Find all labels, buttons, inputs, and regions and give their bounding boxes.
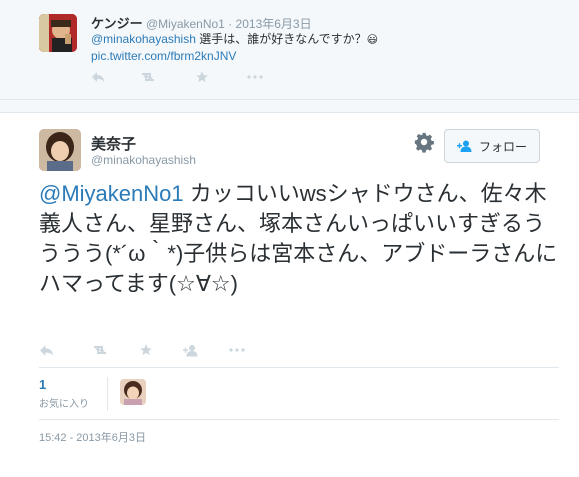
divider (39, 419, 559, 420)
reply-icon (92, 72, 104, 82)
parent-date[interactable]: 2013年6月3日 (236, 17, 312, 31)
parent-reply-button[interactable] (91, 68, 139, 86)
reply-button[interactable] (39, 341, 91, 359)
follow-button[interactable]: フォロー (444, 129, 540, 163)
follow-icon (183, 344, 198, 356)
parent-favorite-button[interactable] (195, 68, 247, 86)
main-avatar[interactable] (39, 129, 81, 171)
main-author-name[interactable]: 美奈子 (91, 133, 136, 154)
divider (39, 367, 559, 368)
tweet-timestamp[interactable]: 15:42 - 2013年6月3日 (39, 429, 146, 445)
more-icon (229, 348, 245, 352)
parent-more-button[interactable] (247, 68, 287, 86)
retweet-button[interactable] (91, 341, 139, 359)
retweet-icon (94, 346, 106, 354)
parent-author-handle[interactable]: @MiyakenNo1 (146, 17, 225, 31)
main-author-handle[interactable]: @minakohayashish (91, 153, 196, 167)
tweet-permalink: ケンジー @MiyakenNo1 · 2013年6月3日 @minakohaya… (0, 0, 579, 477)
more-button[interactable] (229, 341, 269, 359)
parent-separator: · (228, 17, 233, 31)
favorite-button[interactable] (139, 341, 183, 359)
favorites-count[interactable]: 1 (39, 377, 46, 392)
follow-icon (456, 140, 472, 152)
stats-separator (107, 377, 108, 411)
more-icon (247, 75, 263, 79)
reply-icon (40, 344, 53, 356)
parent-tweet[interactable]: ケンジー @MiyakenNo1 · 2013年6月3日 @minakohaya… (0, 0, 579, 100)
main-actions (39, 341, 269, 359)
favorite-icon (196, 71, 208, 83)
gear-icon (414, 132, 434, 153)
retweet-icon (142, 73, 154, 81)
parent-mention-link[interactable]: @minakohayashish (91, 32, 196, 46)
main-tweet: 美奈子 @minakohayashish フォロー @MiyakenNo1 カッ… (0, 112, 579, 477)
follow-label: フォロー (478, 139, 527, 154)
favoriter-avatar[interactable] (120, 379, 146, 405)
smile-emoji: 😃 (366, 34, 379, 46)
parent-actions (91, 68, 287, 86)
parent-body: @minakohayashish 選手は、誰が好きなんですか？😃 pic.twi… (91, 31, 561, 64)
tweet-text: @MiyakenNo1 カッコいいwsシャドウさん、佐々木義人さん、星野さん、塚… (39, 179, 559, 299)
parent-text: 選手は、誰が好きなんですか？ (195, 32, 367, 46)
parent-retweet-button[interactable] (139, 68, 195, 86)
parent-author-name[interactable]: ケンジー (91, 16, 143, 31)
parent-pic-link[interactable]: pic.twitter.com/fbrm2knJNV (91, 49, 236, 63)
favorites-label[interactable]: お気に入り (39, 395, 89, 410)
parent-header: ケンジー @MiyakenNo1 · 2013年6月3日 (91, 13, 312, 32)
favorite-icon (140, 344, 152, 356)
main-mention-link[interactable]: @MiyakenNo1 (39, 181, 184, 206)
follow-from-tweet-button[interactable] (183, 341, 229, 359)
parent-avatar[interactable] (39, 14, 77, 52)
user-actions-button[interactable] (413, 131, 435, 153)
